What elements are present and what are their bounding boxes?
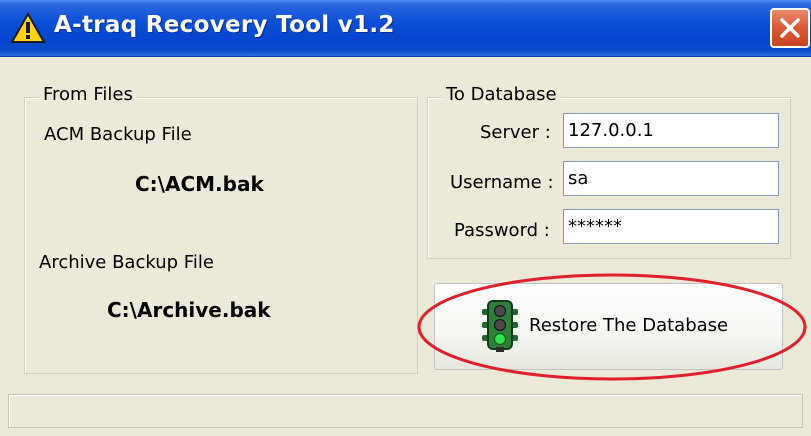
username-label: Username : — [450, 172, 554, 193]
traffic-light-icon — [480, 299, 520, 357]
from-files-legend: From Files — [39, 84, 137, 105]
restore-database-label: Restore The Database — [529, 315, 729, 336]
status-bar — [8, 394, 803, 428]
acm-backup-label: ACM Backup File — [44, 124, 192, 145]
close-button[interactable] — [770, 8, 810, 48]
acm-backup-path: C:\ACM.bak — [135, 172, 264, 196]
password-label: Password : — [454, 220, 550, 241]
server-label: Server : — [480, 122, 551, 143]
server-input[interactable] — [563, 113, 779, 148]
close-icon — [780, 18, 800, 38]
window-title: A-traq Recovery Tool v1.2 — [54, 12, 395, 38]
title-bar[interactable]: A-traq Recovery Tool v1.2 — [0, 0, 811, 57]
restore-database-button[interactable]: Restore The Database — [434, 283, 783, 370]
to-database-legend: To Database — [442, 84, 561, 105]
archive-backup-label: Archive Backup File — [39, 252, 214, 273]
username-input[interactable] — [563, 161, 779, 196]
main-window: A-traq Recovery Tool v1.2 From Files ACM… — [0, 0, 811, 436]
archive-backup-path: C:\Archive.bak — [107, 298, 271, 322]
password-input[interactable] — [563, 209, 779, 244]
warning-icon — [10, 11, 46, 44]
